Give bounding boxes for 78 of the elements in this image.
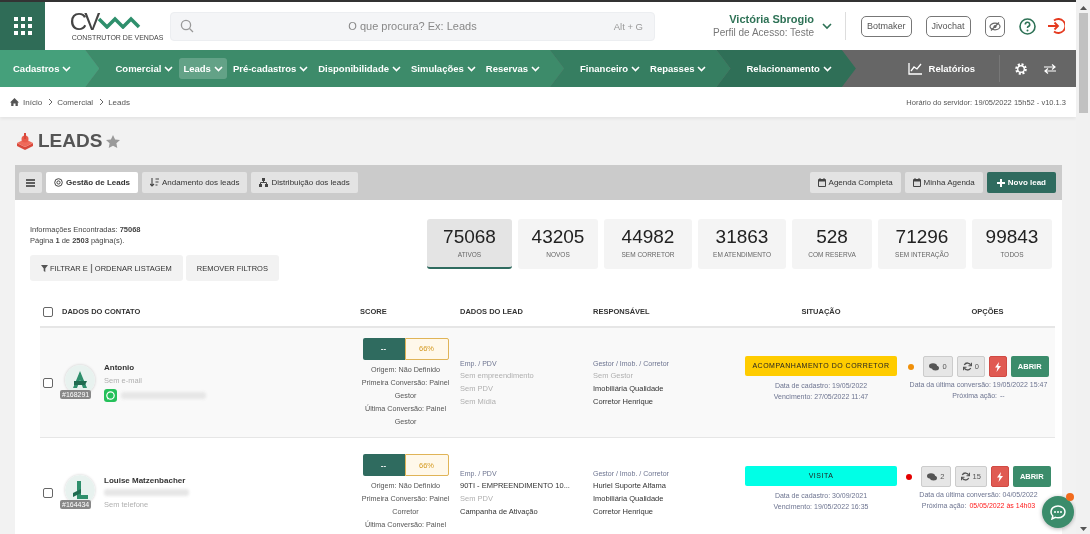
menu-item[interactable]: Simulações [407,58,480,79]
tab[interactable]: Distribuição dos leads [251,172,358,193]
chevron-down-icon [392,66,401,72]
quick-action-button[interactable] [990,466,1009,487]
whatsapp-icon [104,389,117,402]
tab[interactable]: Andamento dos leads [142,172,248,193]
scrollbar-thumb[interactable] [1078,13,1088,113]
apps-button[interactable] [0,2,45,50]
search-icon [180,18,194,33]
comments-icon [927,472,938,481]
privacy-button[interactable] [984,15,1005,37]
breadcrumb-link[interactable]: Leads [108,97,130,107]
calendar-icon [912,178,921,187]
menu-item[interactable]: Financeiro [576,58,645,79]
new-lead-button[interactable]: Novo lead [986,172,1056,193]
menu-item[interactable]: Relacionamento [742,58,836,79]
star-icon[interactable] [106,134,121,148]
header-button[interactable]: Jivochat [925,15,971,37]
menu-item[interactable]: Repasses [646,58,711,79]
contact-name: Louise Matzenbacher [104,476,187,485]
user-name[interactable]: Victória Sbrogio [713,13,814,26]
refresh-icon [962,362,972,371]
chevron-right-icon [99,98,105,106]
chevron-down-icon [697,66,707,72]
menu-item[interactable]: Reservas [481,58,545,79]
menu-item[interactable]: Pré-cadastros [228,58,313,79]
tab[interactable]: Gestão de Leads [46,172,139,193]
chevron-down-icon [62,66,72,72]
chat-icon [1050,504,1066,520]
refresh-icon [960,472,970,481]
target-icon [54,178,63,187]
help-icon[interactable] [1018,17,1036,35]
logout-icon[interactable] [1046,17,1065,35]
logo-text: CV [69,10,98,34]
settings-icon[interactable] [1014,61,1028,76]
plus-icon [996,178,1005,187]
select-all-checkbox[interactable] [43,307,53,317]
hierarchy-icon [259,178,269,187]
scroll-up-icon [1079,6,1087,10]
breadcrumb-link[interactable]: Início [23,97,43,107]
contact-name: Antonio [104,363,136,372]
chevron-down-icon [631,66,641,72]
chevron-down-icon [213,66,223,72]
chevron-down-icon [164,66,174,72]
shortcut-hint: Alt + G [613,20,643,32]
filter-icon [41,264,48,272]
chevron-down-icon [299,66,309,72]
agenda-button[interactable]: Minha Agenda [904,172,983,193]
swap-arrows-icon[interactable] [1044,63,1056,74]
breadcrumb-link[interactable]: Comercial [57,97,94,107]
chevron-down-icon [466,66,476,72]
leads-icon [16,132,34,150]
lightning-icon [994,361,1001,372]
comments-icon [929,362,940,371]
chevron-down-icon [822,66,832,72]
reports-menu-item[interactable]: Relatórios [903,57,979,80]
row-checkbox[interactable] [43,377,53,388]
header-button[interactable]: Botmaker [861,15,912,37]
chevron-right-icon [48,98,54,106]
chevron-down-icon [531,66,541,72]
apps-grid-icon [13,17,32,35]
calendar-icon [817,178,826,187]
row-checkbox[interactable] [43,487,53,498]
chevron-down-icon [822,22,832,30]
scroll-down-icon [1079,527,1087,531]
menu-item[interactable]: Comercial [111,58,178,79]
menu-icon [26,178,35,187]
home-icon [10,98,19,106]
agenda-button[interactable]: Agenda Completa [809,172,901,193]
eye-slash-icon [988,21,1001,31]
lightning-icon [996,471,1003,482]
line-chart-icon [907,62,922,75]
user-profile: Perfil de Acesso: Teste [713,26,814,39]
page-title: LEADS [38,130,103,152]
quick-action-button[interactable] [988,356,1007,377]
notification-dot [1066,493,1074,501]
menu-item[interactable]: Disponibilidade [314,58,405,79]
menu-button[interactable] [19,172,42,193]
